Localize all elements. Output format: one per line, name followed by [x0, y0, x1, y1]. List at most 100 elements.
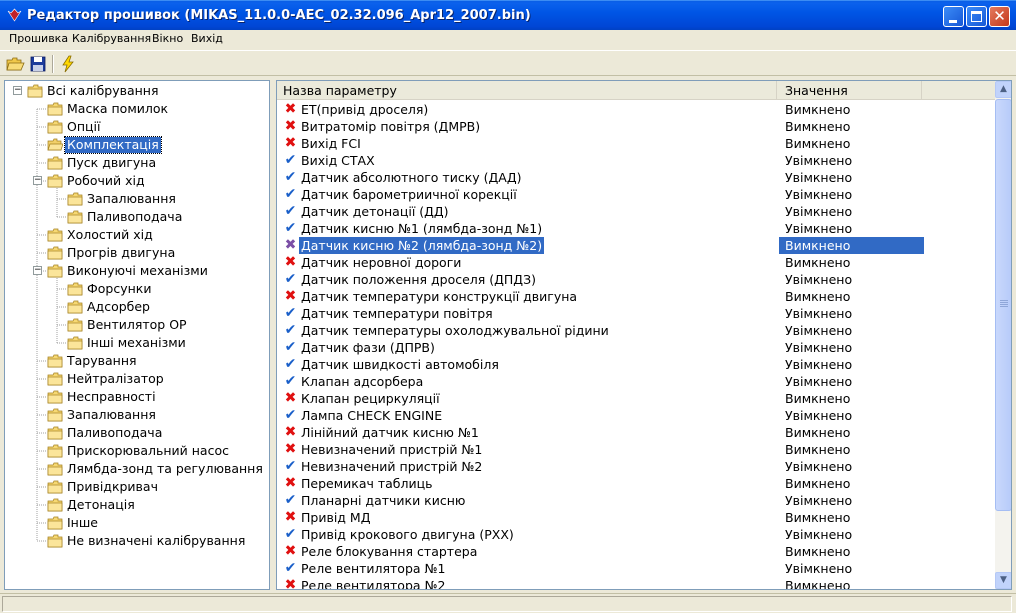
- list-row[interactable]: ✖ Датчик кисню №2 (лямбда-зонд №2) Вимкнен…: [279, 237, 925, 254]
- tree-item[interactable]: Прогрів двигуна: [5, 244, 269, 262]
- tree-item[interactable]: Вентилятор ОР: [5, 316, 269, 334]
- tree-item[interactable]: Опції: [5, 118, 269, 136]
- list-row[interactable]: ✔ Датчик фази (ДПРВ) Увімкнено: [279, 339, 925, 356]
- tree-item[interactable]: Прискорювальний насос: [5, 442, 269, 460]
- tree-item-label: Вентилятор ОР: [87, 317, 187, 332]
- tree-expander-button[interactable]: −: [33, 176, 42, 185]
- vertical-scrollbar[interactable]: ▲ ▼: [995, 81, 1011, 589]
- list-row[interactable]: ✔ Реле вентилятора №1 Увімкнено: [279, 560, 925, 577]
- menu-bar: Прошивка Калібрування Вікно Вихід: [0, 30, 1016, 49]
- list-row[interactable]: ✔ Датчик положення дроселя (ДПДЗ) Увімкнен…: [279, 271, 925, 288]
- list-row[interactable]: ✔ Датчик детонації (ДД) Увімкнено: [279, 203, 925, 220]
- tree-item[interactable]: Інше: [5, 514, 269, 532]
- checkmark-icon: ✔: [284, 526, 297, 542]
- parameter-name: Клапан адсорбера: [301, 374, 424, 389]
- list-row[interactable]: ✖ Вихід FCI Вимкнено: [279, 135, 925, 152]
- list-row[interactable]: ✔ Датчик барометриичної корекції Увімкнено: [279, 186, 925, 203]
- parameter-value: Увімкнено: [785, 153, 853, 168]
- open-folder-icon[interactable]: [5, 54, 25, 74]
- list-row[interactable]: ✔ Датчик абсолютного тиску (ДАД) Увімкнено: [279, 169, 925, 186]
- thumb-grip: [1000, 306, 1008, 307]
- list-row[interactable]: ✖ ЕТ(привід дроселя) Вимкнено: [279, 101, 925, 118]
- list-row[interactable]: ✖ Реле блокування стартера Вимкнено: [279, 543, 925, 560]
- tree-item-label: Прискорювальний насос: [67, 443, 229, 458]
- tree-expander-button[interactable]: −: [13, 86, 22, 95]
- list-row[interactable]: ✔ Лампа CHECK ENGINE Увімкнено: [279, 407, 925, 424]
- tree-item-label: Виконуючі механізми: [67, 263, 208, 278]
- tree-item[interactable]: Запалювання: [5, 190, 269, 208]
- list-row[interactable]: ✖ Датчик температури конструкції двигуна В…: [279, 288, 925, 305]
- column-header-value[interactable]: Значення: [779, 81, 922, 99]
- list-row[interactable]: ✖ Лінійний датчик кисню №1 Вимкнено: [279, 424, 925, 441]
- tree-item[interactable]: − Робочий хід: [5, 172, 269, 190]
- list-row[interactable]: ✖ Датчик неровної дороги Вимкнено: [279, 254, 925, 271]
- save-disk-icon[interactable]: [28, 54, 48, 74]
- column-header-name[interactable]: Назва параметру: [277, 81, 777, 99]
- tree-item[interactable]: Маска помилок: [5, 100, 269, 118]
- parameter-name: Датчик кисню №1 (лямбда-зонд №1): [301, 221, 543, 236]
- status-pane: [2, 596, 1012, 612]
- folder-icon: [47, 246, 63, 260]
- list-row[interactable]: ✖ Клапан рециркуляції Вимкнено: [279, 390, 925, 407]
- tree-item[interactable]: Детонація: [5, 496, 269, 514]
- toolbar: [0, 50, 1016, 76]
- tree-item[interactable]: Тарування: [5, 352, 269, 370]
- tree-item[interactable]: Не визначені калібрування: [5, 532, 269, 550]
- tree-item[interactable]: Комплектація: [5, 136, 269, 154]
- menu-exit[interactable]: Вихід: [191, 32, 223, 45]
- list-row[interactable]: ✔ Датчик кисню №1 (лямбда-зонд №1) Увімкне…: [279, 220, 925, 237]
- tree-item-label: Маска помилок: [67, 101, 169, 116]
- folder-icon: [67, 282, 83, 296]
- status-bar: [0, 593, 1016, 613]
- calibration-tree[interactable]: − Всі калібрування Маска помилок Опції Компл…: [4, 80, 270, 590]
- tree-expander-button[interactable]: −: [33, 266, 42, 275]
- list-row[interactable]: ✖ Невизначений пристрій №1 Вимкнено: [279, 441, 925, 458]
- list-row[interactable]: ✖ Витратомір повітря (ДМРВ) Вимкнено: [279, 118, 925, 135]
- parameter-name: Датчик детонації (ДД): [301, 204, 449, 219]
- tree-item[interactable]: − Всі калібрування: [5, 82, 269, 100]
- list-row[interactable]: ✔ Датчик температуры охолоджувальної ріди…: [279, 322, 925, 339]
- tree-item[interactable]: Паливоподача: [5, 424, 269, 442]
- list-row[interactable]: ✔ Клапан адсорбера Увімкнено: [279, 373, 925, 390]
- scroll-thumb[interactable]: [995, 99, 1011, 511]
- scroll-down-arrow[interactable]: ▼: [995, 572, 1011, 589]
- tree-item[interactable]: Адсорбер: [5, 298, 269, 316]
- scroll-up-arrow[interactable]: ▲: [995, 81, 1011, 98]
- parameter-name: Датчик положення дроселя (ДПДЗ): [301, 272, 536, 287]
- tree-item[interactable]: Інші механізми: [5, 334, 269, 352]
- list-row[interactable]: ✖ Реле вентилятора №2 Вимкнено: [279, 577, 925, 590]
- tree-item[interactable]: Привідкривач: [5, 478, 269, 496]
- tree-item[interactable]: Нейтралізатор: [5, 370, 269, 388]
- list-row[interactable]: ✔ Датчик температури повітря Увімкнено: [279, 305, 925, 322]
- tree-item[interactable]: Холостий хід: [5, 226, 269, 244]
- list-row[interactable]: ✔ Невизначений пристрій №2 Увімкнено: [279, 458, 925, 475]
- toolbar-separator: [52, 55, 54, 73]
- lightning-icon[interactable]: [58, 54, 78, 74]
- tree-item[interactable]: Пуск двигуна: [5, 154, 269, 172]
- tree-item[interactable]: Несправності: [5, 388, 269, 406]
- list-row[interactable]: ✖ Привід МД Вимкнено: [279, 509, 925, 526]
- tree-item[interactable]: Лямбда-зонд та регулювання: [5, 460, 269, 478]
- tree-item[interactable]: Запалювання: [5, 406, 269, 424]
- parameter-name: Вихід СТАХ: [301, 153, 375, 168]
- tree-item[interactable]: − Виконуючі механізми: [5, 262, 269, 280]
- folder-icon: [47, 408, 63, 422]
- menu-window[interactable]: Вікно: [152, 32, 183, 45]
- menu-calibration[interactable]: Калібрування: [72, 32, 151, 45]
- parameter-name: Реле вентилятора №2: [301, 578, 446, 590]
- list-row[interactable]: ✔ Планарні датчики кисню Увімкнено: [279, 492, 925, 509]
- maximize-button[interactable]: [966, 6, 987, 27]
- list-row[interactable]: ✔ Датчик швидкості автомобіля Увімкнено: [279, 356, 925, 373]
- parameter-list[interactable]: Назва параметру Значення ✖ ЕТ(привід дрос…: [276, 80, 1012, 590]
- tree-item[interactable]: Форсунки: [5, 280, 269, 298]
- minimize-button[interactable]: [943, 6, 964, 27]
- menu-firmware[interactable]: Прошивка: [9, 32, 68, 45]
- list-row[interactable]: ✖ Перемикач таблиць Вимкнено: [279, 475, 925, 492]
- tree-item-label: Несправності: [67, 389, 156, 404]
- tree-item[interactable]: Паливоподача: [5, 208, 269, 226]
- list-row[interactable]: ✔ Вихід СТАХ Увімкнено: [279, 152, 925, 169]
- list-row[interactable]: ✔ Привід крокового двигуна (РХХ) Увімкнено: [279, 526, 925, 543]
- close-button[interactable]: ✕: [989, 6, 1010, 27]
- title-bar[interactable]: Редактор прошивок (MIKAS_11.0.0-AEC_02.3…: [0, 0, 1016, 30]
- parameter-name: Датчик неровної дороги: [301, 255, 462, 270]
